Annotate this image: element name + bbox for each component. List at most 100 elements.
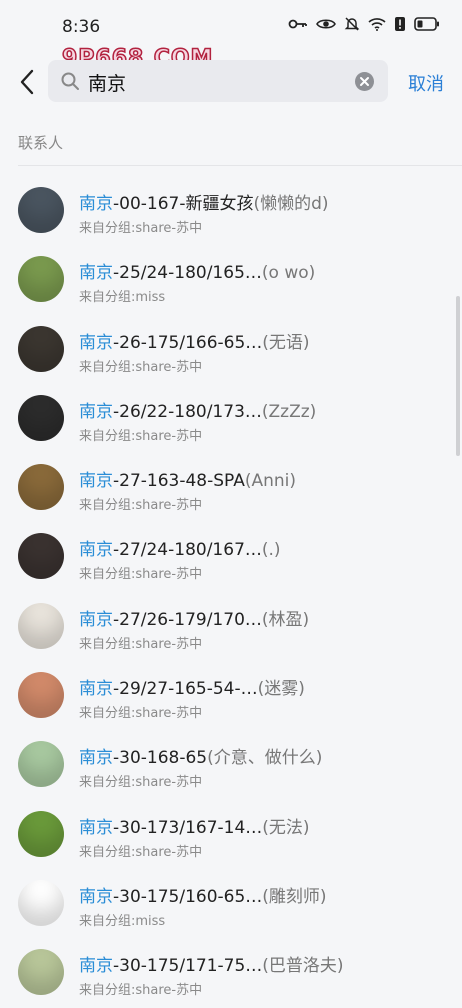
- contact-note: (巴普洛夫): [262, 956, 344, 977]
- avatar: [18, 394, 64, 441]
- name-highlight: 南京: [79, 540, 113, 561]
- name-highlight: 南京: [79, 471, 113, 492]
- contact-group: 来自分组:share-苏中: [79, 983, 203, 999]
- avatar: [18, 741, 64, 788]
- contact-item[interactable]: 南京-00-167-新疆女孩(懒懒的d) 来自分组:share-苏中: [0, 176, 462, 245]
- contact-note: (介意、做什么): [207, 748, 323, 769]
- contact-item[interactable]: 南京-26-175/166-65…(无语) 来自分组:share-苏中: [0, 315, 462, 384]
- contact-group: 来自分组:share-苏中: [79, 428, 203, 444]
- contact-item[interactable]: 南京-27/24-180/167…(.) 来自分组:share-苏中: [0, 522, 462, 591]
- name-highlight: 南京: [79, 886, 113, 907]
- contact-name: 南京-00-167-新疆女孩(懒懒的d): [79, 189, 329, 214]
- contact-group: 来自分组:share-苏中: [79, 498, 203, 514]
- contact-note: (无语): [262, 332, 310, 353]
- name-highlight: 南京: [79, 748, 113, 769]
- contact-group: 来自分组:share-苏中: [79, 359, 203, 375]
- search-query: 南京: [88, 73, 127, 95]
- name-text: -30-175/171-75…: [113, 956, 263, 977]
- name-text: -00-167-新疆女孩: [113, 194, 254, 214]
- wifi-icon: [368, 17, 386, 31]
- name-highlight: 南京: [79, 401, 113, 422]
- name-text: -30-173/167-14…: [113, 817, 263, 838]
- contact-group: 来自分组:miss: [79, 290, 166, 306]
- avatar: [18, 325, 64, 372]
- status-time: 8:36: [62, 17, 101, 37]
- contact-item[interactable]: 南京-26/22-180/173…(ZzZz) 来自分组:share-苏中: [0, 384, 462, 453]
- status-bar: 8:36: [0, 0, 462, 52]
- contact-item[interactable]: 南京-27-163-48-SPA(Anni) 来自分组:share-苏中: [0, 453, 462, 522]
- contact-name: 南京-27/24-180/167…(.): [79, 535, 281, 560]
- contact-list: 南京-00-167-新疆女孩(懒懒的d) 来自分组:share-苏中 南京-25/2…: [0, 176, 462, 1008]
- divider: [18, 165, 462, 166]
- section-title: 联系人: [18, 134, 64, 152]
- alert-icon: [394, 16, 406, 32]
- cancel-button[interactable]: 取消: [408, 70, 444, 96]
- status-icons: [288, 16, 440, 32]
- contact-group: 来自分组:share-苏中: [79, 775, 203, 791]
- contact-name: 南京-26-175/166-65…(无语): [79, 328, 310, 353]
- avatar: [18, 949, 64, 996]
- contact-note: (懒懒的d): [253, 194, 329, 214]
- avatar: [18, 533, 64, 580]
- search-header: 南京 取消: [0, 58, 462, 106]
- scrollbar[interactable]: [456, 296, 460, 456]
- contact-note: (林盈): [261, 609, 310, 630]
- avatar: [18, 464, 64, 511]
- contact-name: 南京-29/27-165-54-…(迷雾): [79, 674, 305, 699]
- name-text: -27-163-48-SPA: [113, 471, 245, 492]
- name-text: -30-168-65: [113, 748, 208, 769]
- contact-item[interactable]: 南京-25/24-180/165…(o wo) 来自分组:miss: [0, 245, 462, 314]
- chevron-left-icon: [20, 69, 34, 95]
- contact-name: 南京-30-168-65(介意、做什么): [79, 743, 322, 768]
- avatar: [18, 810, 64, 857]
- avatar: [18, 879, 64, 926]
- avatar: [18, 602, 64, 649]
- contact-name: 南京-25/24-180/165…(o wo): [79, 258, 315, 283]
- contact-item[interactable]: 南京-30-173/167-14…(无法) 来自分组:share-苏中: [0, 800, 462, 869]
- battery-icon: [414, 17, 440, 31]
- contact-name: 南京-27/26-179/170…(林盈): [79, 605, 309, 630]
- contact-note: (o wo): [261, 263, 316, 284]
- contact-name: 南京-26/22-180/173…(ZzZz): [79, 397, 316, 422]
- contact-item[interactable]: 南京-30-175/171-75…(巴普洛夫) 来自分组:share-苏中: [0, 938, 462, 1007]
- name-text: -30-175/160-65…: [113, 886, 263, 907]
- avatar: [18, 187, 64, 233]
- contact-note: (无法): [262, 817, 310, 838]
- name-text: -25/24-180/165…: [113, 263, 262, 284]
- eye-icon: [316, 17, 336, 31]
- search-icon: [60, 71, 80, 95]
- contact-note: (雕刻师): [262, 886, 327, 907]
- contact-name: 南京-30-175/160-65…(雕刻师): [79, 882, 327, 907]
- contact-group: 来自分组:share-苏中: [79, 706, 203, 722]
- contact-group: 来自分组:share-苏中: [79, 567, 203, 583]
- clear-icon[interactable]: [355, 72, 374, 95]
- name-text: -27/24-180/167…: [113, 540, 262, 561]
- name-highlight: 南京: [79, 956, 113, 977]
- name-text: -29/27-165-54-…: [113, 679, 258, 700]
- contact-note: (迷雾): [257, 679, 305, 700]
- key-icon: [288, 18, 308, 30]
- contact-name: 南京-30-175/171-75…(巴普洛夫): [79, 951, 344, 976]
- contact-group: 来自分组:share-苏中: [79, 221, 203, 236]
- search-input[interactable]: 南京: [48, 60, 388, 102]
- contact-group: 来自分组:share-苏中: [79, 844, 203, 860]
- contact-group: 来自分组:miss: [79, 913, 166, 929]
- contact-group: 来自分组:share-苏中: [79, 636, 203, 652]
- name-text: -26-175/166-65…: [113, 332, 263, 353]
- name-highlight: 南京: [79, 679, 113, 700]
- contact-item[interactable]: 南京-30-175/160-65…(雕刻师) 来自分组:miss: [0, 869, 462, 938]
- contact-note: (Anni): [244, 471, 297, 492]
- avatar: [18, 672, 64, 719]
- name-highlight: 南京: [79, 817, 113, 838]
- back-button[interactable]: [12, 66, 42, 98]
- contact-item[interactable]: 南京-30-168-65(介意、做什么) 来自分组:share-苏中: [0, 730, 462, 799]
- name-highlight: 南京: [79, 609, 113, 630]
- contact-name: 南京-30-173/167-14…(无法): [79, 813, 310, 838]
- name-highlight: 南京: [79, 263, 113, 284]
- contact-note: (.): [261, 540, 281, 561]
- name-text: -26/22-180/173…: [113, 401, 262, 422]
- contact-item[interactable]: 南京-29/27-165-54-…(迷雾) 来自分组:share-苏中: [0, 661, 462, 730]
- contact-item[interactable]: 南京-27/26-179/170…(林盈) 来自分组:share-苏中: [0, 592, 462, 661]
- mute-bell-icon: [344, 16, 360, 32]
- contact-name: 南京-27-163-48-SPA(Anni): [79, 466, 296, 491]
